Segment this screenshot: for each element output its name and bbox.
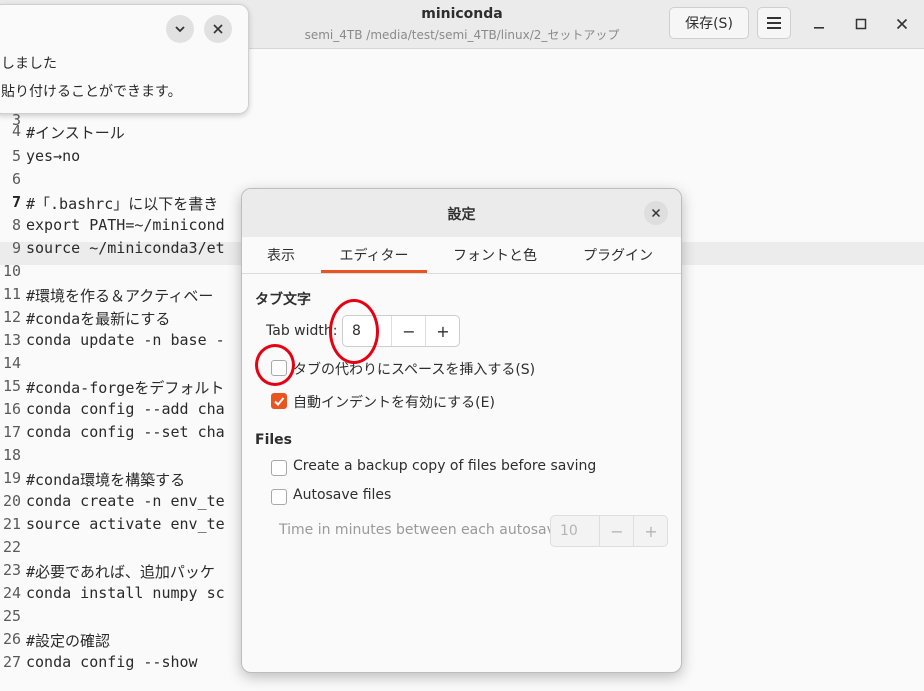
tab-width-spinner[interactable]: 8 − + [342, 315, 460, 347]
dialog-title: 設定 [447, 207, 476, 223]
save-button[interactable]: 保存(S) [669, 7, 749, 39]
decrement-button[interactable]: − [599, 516, 634, 546]
line-number: 10 [2, 262, 21, 280]
notification-popover: しました 貼り付けることができます。 [0, 4, 249, 114]
autosave-label: Autosave files [293, 487, 392, 503]
autosave-minutes-value[interactable]: 10 [551, 516, 578, 546]
line-number: 11 [2, 285, 21, 303]
code-line[interactable]: conda config --set cha [26, 423, 225, 441]
code-line[interactable]: conda install numpy sc [26, 584, 225, 602]
minimize-icon[interactable] [807, 12, 831, 36]
autosave-minutes-label: Time in minutes between each autosave: [279, 522, 569, 538]
files-section-heading: Files [255, 432, 292, 448]
tab-width-label: Tab width: [266, 323, 338, 339]
tab-editor[interactable]: エディター [321, 237, 427, 273]
line-number: 14 [2, 354, 21, 372]
code-line[interactable]: conda config --show [26, 653, 198, 671]
code-line[interactable]: #condaを最新にする [26, 308, 170, 329]
close-icon[interactable] [204, 15, 232, 43]
notification-text-line1: しました [1, 56, 57, 72]
auto-indent-label: 自動インデントを有効にする(E) [293, 395, 495, 411]
line-number: 26 [2, 630, 21, 648]
line-number: 18 [2, 446, 21, 464]
line-number: 5 [11, 147, 21, 165]
increment-button[interactable]: + [425, 316, 460, 346]
code-line[interactable]: #インストール [26, 122, 125, 143]
code-line[interactable]: yes→no [26, 147, 80, 165]
line-number: 25 [2, 607, 21, 625]
backup-label: Create a backup copy of files before sav… [293, 458, 597, 474]
code-line[interactable]: #「.bashrc」に以下を書き [26, 193, 218, 214]
line-number: 24 [2, 584, 21, 602]
code-line[interactable]: #conda環境を構築する [26, 469, 185, 490]
code-line[interactable]: conda create -n env_te [26, 492, 225, 510]
tab-view[interactable]: 表示 [252, 237, 310, 273]
auto-indent-checkbox[interactable] [271, 393, 287, 409]
dialog-header: 設定 [242, 189, 681, 238]
close-icon[interactable] [644, 201, 668, 225]
code-line[interactable]: export PATH=~/minicond [26, 216, 225, 234]
autosave-minutes-spinner[interactable]: 10 − + [550, 515, 668, 547]
increment-button[interactable]: + [633, 516, 668, 546]
code-line[interactable]: #必要であれば、追加パッケ [26, 561, 215, 582]
tab-font-color[interactable]: フォントと色 [440, 237, 550, 273]
code-line[interactable]: conda update -n base - [26, 331, 225, 349]
code-line[interactable]: #conda-forgeをデフォルト [26, 377, 224, 398]
code-line[interactable]: #設定の確認 [26, 630, 110, 651]
line-number: 13 [2, 331, 21, 349]
line-number: 20 [2, 492, 21, 510]
line-number: 4 [11, 122, 21, 140]
line-number: 19 [2, 469, 21, 487]
code-line[interactable]: #環境を作る＆アクティベー [26, 285, 213, 306]
line-number: 12 [2, 308, 21, 326]
dialog-tabs: 表示 エディター フォントと色 プラグイン [242, 237, 681, 274]
hamburger-menu-icon[interactable] [757, 7, 791, 39]
tab-section-heading: タブ文字 [255, 292, 311, 308]
code-line[interactable]: source activate env_te [26, 515, 225, 533]
line-number: 27 [2, 653, 21, 671]
autosave-checkbox[interactable] [271, 489, 287, 505]
line-number: 22 [2, 538, 21, 556]
code-line[interactable]: source ~/miniconda3/et [26, 239, 225, 257]
line-number: 7 [11, 193, 21, 211]
close-icon[interactable] [890, 12, 914, 36]
decrement-button[interactable]: − [391, 316, 426, 346]
line-number: 17 [2, 423, 21, 441]
line-number: 23 [2, 561, 21, 579]
backup-checkbox[interactable] [271, 460, 287, 476]
line-number: 9 [11, 239, 21, 257]
line-number: 21 [2, 515, 21, 533]
maximize-icon[interactable] [849, 12, 873, 36]
tab-plugins[interactable]: プラグイン [568, 237, 668, 273]
checkmark-icon [274, 397, 285, 406]
insert-spaces-label: タブの代わりにスペースを挿入する(S) [293, 362, 536, 378]
chevron-down-icon[interactable] [166, 15, 194, 43]
tab-width-value[interactable]: 8 [343, 316, 361, 346]
line-number: 16 [2, 400, 21, 418]
code-line[interactable]: conda config --add cha [26, 400, 225, 418]
line-number: 8 [11, 216, 21, 234]
notification-text-line2: 貼り付けることができます。 [1, 84, 182, 100]
line-number: 6 [11, 170, 21, 188]
line-number: 15 [2, 377, 21, 395]
insert-spaces-checkbox[interactable] [271, 360, 287, 376]
preferences-dialog: 設定 表示 エディター フォントと色 プラグイン タブ文字 Tab width:… [241, 188, 682, 673]
